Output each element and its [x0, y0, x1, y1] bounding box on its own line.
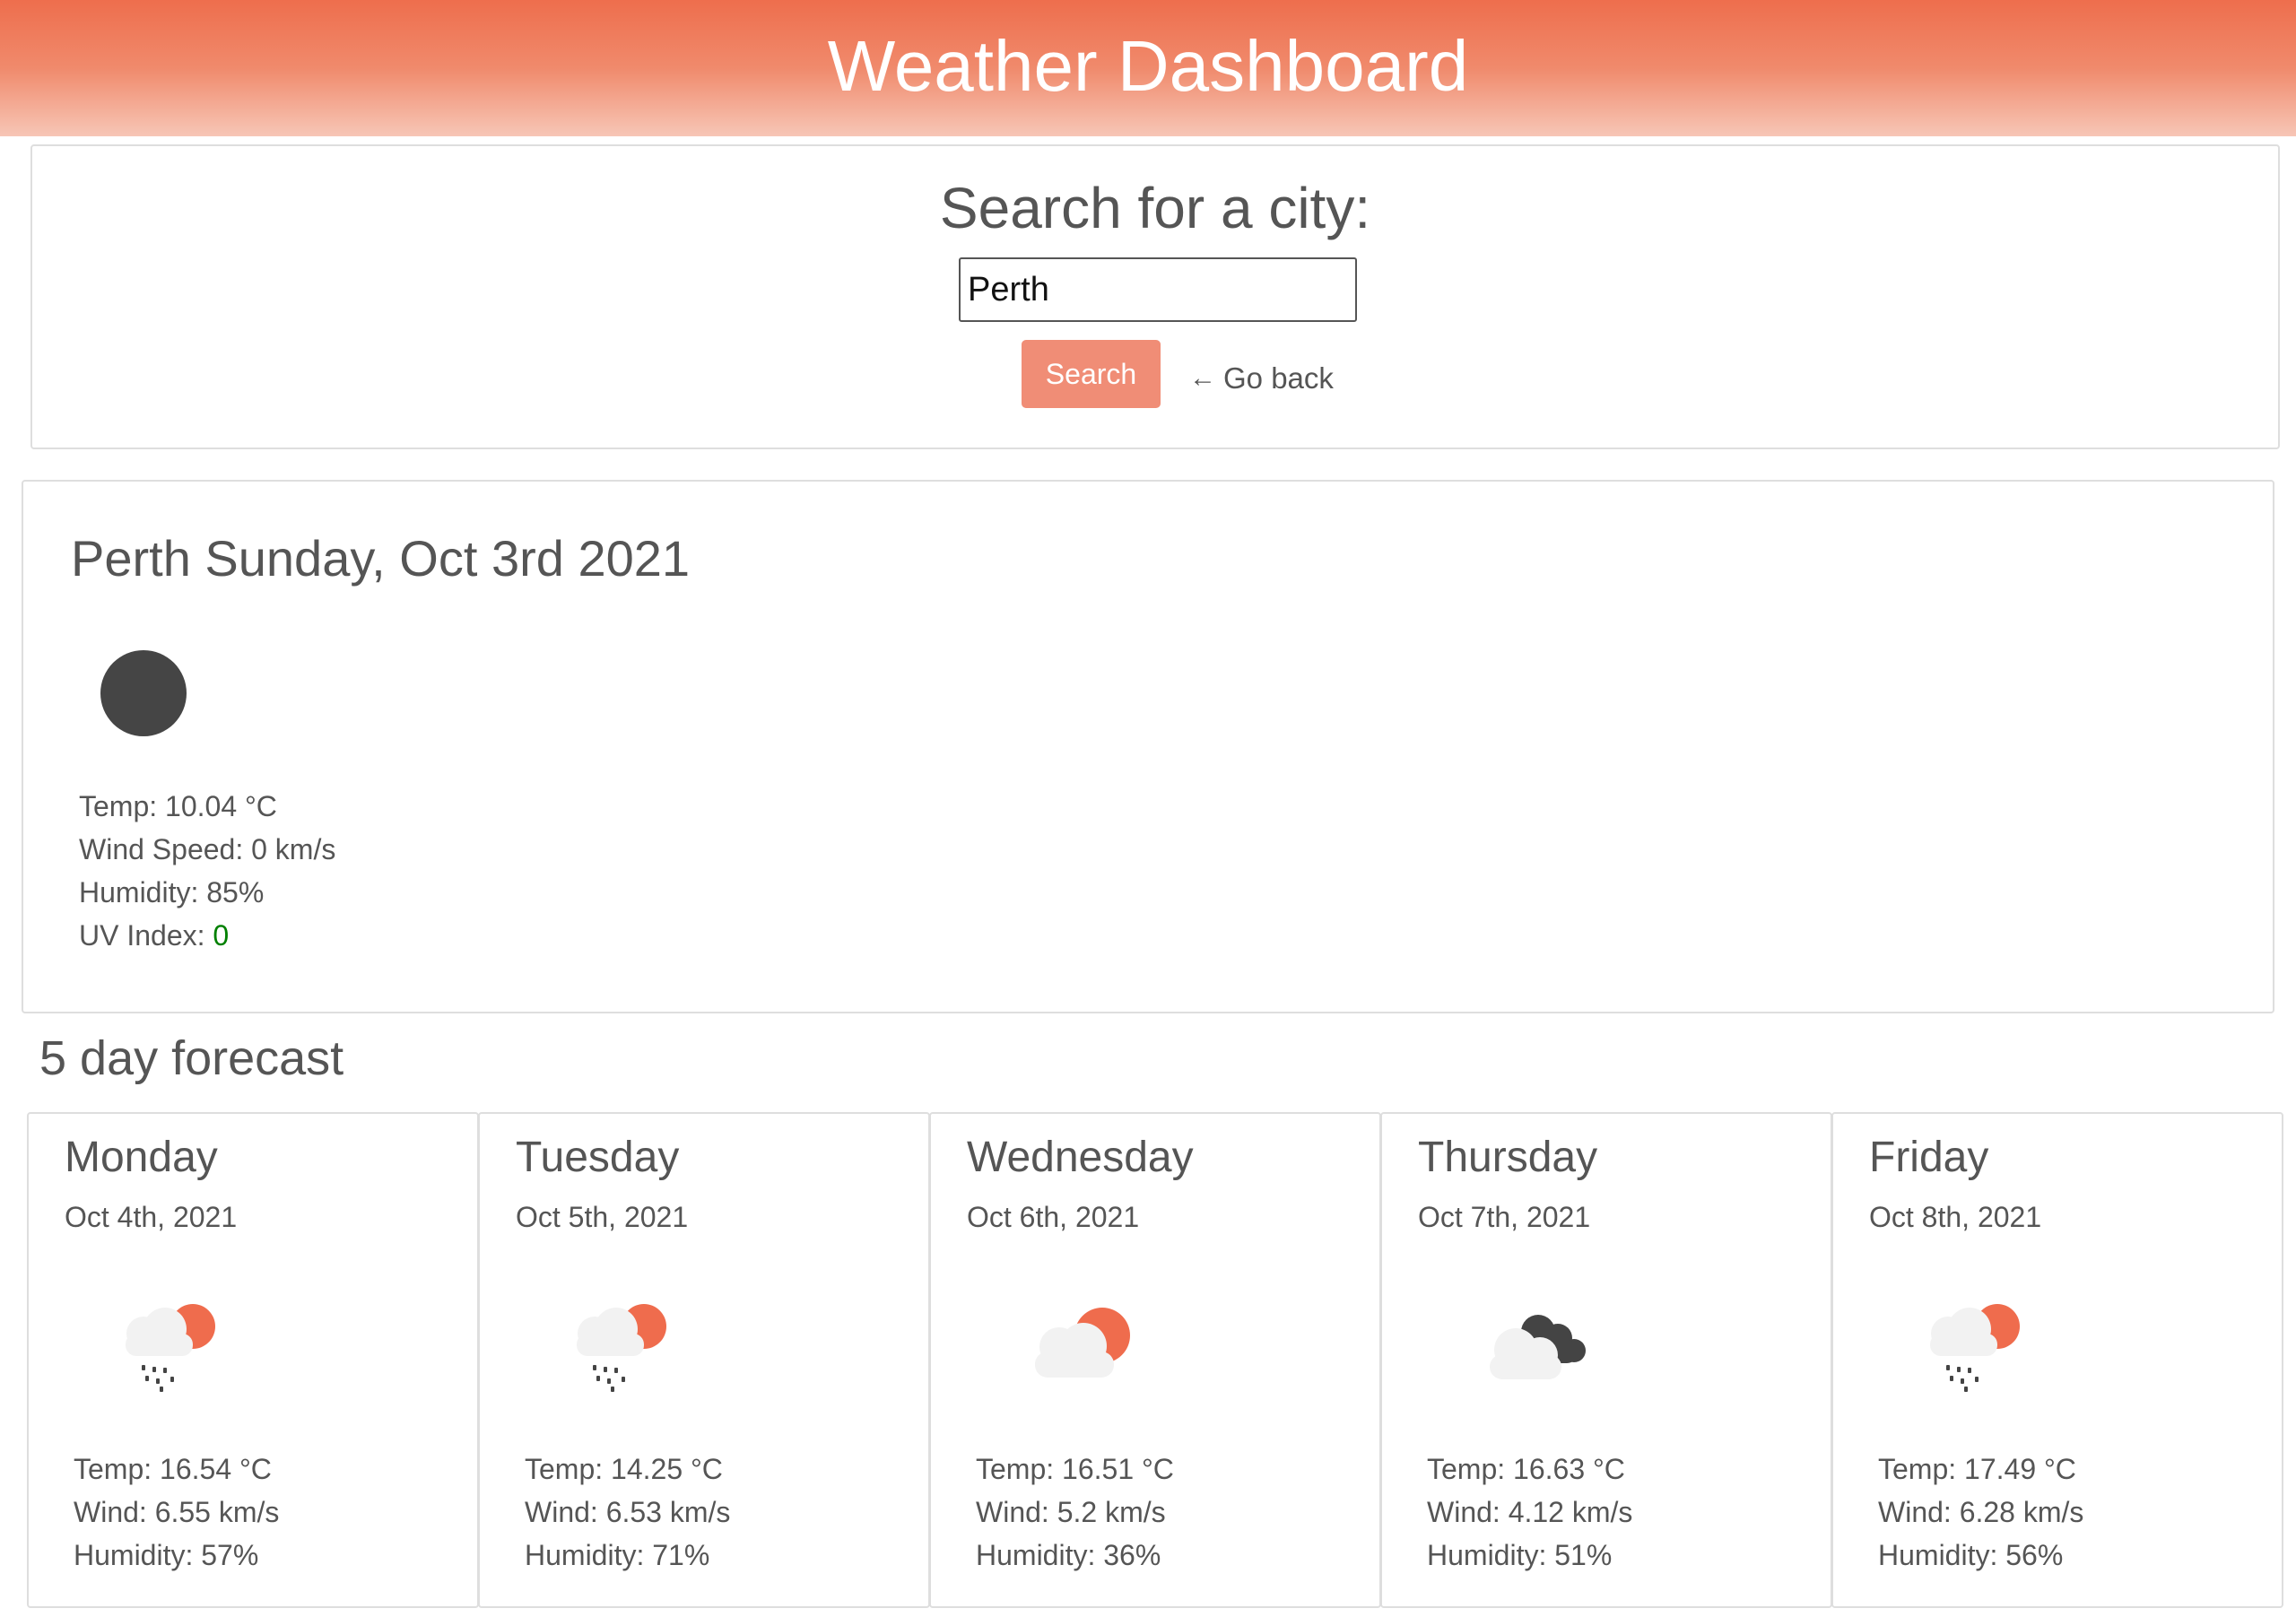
app-header: Weather Dashboard	[0, 0, 2296, 136]
forecast-wind: Wind: 6.28 km/s	[1878, 1496, 2084, 1528]
forecast-day-name: Tuesday	[516, 1134, 680, 1181]
search-panel: Search for a city: Search ← Go back	[30, 144, 2280, 449]
partly-cloudy-icon	[1035, 1308, 1130, 1378]
go-back-link[interactable]: ← Go back	[1189, 361, 1334, 396]
current-uv-index: UV Index: 0	[79, 914, 335, 957]
forecast-humidity: Humidity: 71%	[525, 1539, 710, 1571]
forecast-day-name: Friday	[1869, 1134, 1989, 1181]
current-temp: Temp: 10.04 °C	[79, 790, 277, 822]
forecast-day-name: Monday	[65, 1134, 218, 1181]
forecast-card-thursday: Thursday Oct 7th, 2021 Temp: 16.63 °C Wi…	[1380, 1112, 1832, 1608]
go-back-label: Go back	[1223, 361, 1334, 395]
current-weather-stats: Temp: 10.04 °C Wind Speed: 0 km/s Humidi…	[79, 785, 335, 957]
forecast-humidity: Humidity: 36%	[976, 1539, 1161, 1571]
forecast-wind: Wind: 5.2 km/s	[976, 1496, 1166, 1528]
rain-partly-sunny-icon	[577, 1304, 666, 1392]
forecast-day-stats: Temp: 16.63 °C Wind: 4.12 km/s Humidity:…	[1427, 1447, 1632, 1577]
forecast-day-date: Oct 8th, 2021	[1869, 1201, 2042, 1233]
forecast-day-stats: Temp: 14.25 °C Wind: 6.53 km/s Humidity:…	[525, 1447, 730, 1577]
forecast-card-wednesday: Wednesday Oct 6th, 2021 Temp: 16.51 °C W…	[929, 1112, 1381, 1608]
search-button[interactable]: Search	[1022, 340, 1161, 408]
clear-night-icon	[100, 650, 187, 736]
forecast-temp: Temp: 14.25 °C	[525, 1453, 723, 1485]
forecast-day-stats: Temp: 16.54 °C Wind: 6.55 km/s Humidity:…	[74, 1447, 279, 1577]
uv-label: UV Index:	[79, 919, 213, 952]
forecast-wind: Wind: 6.53 km/s	[525, 1496, 731, 1528]
current-weather-title: Perth Sunday, Oct 3rd 2021	[71, 530, 691, 587]
search-heading: Search for a city:	[939, 176, 1371, 240]
forecast-humidity: Humidity: 51%	[1427, 1539, 1613, 1571]
forecast-row: Monday Oct 4th, 2021 Temp: 16.54 °C Wind…	[27, 1112, 2283, 1608]
app-title: Weather Dashboard	[827, 26, 1469, 106]
forecast-day-date: Oct 6th, 2021	[967, 1201, 1140, 1233]
rain-partly-sunny-icon	[126, 1304, 215, 1392]
forecast-day-stats: Temp: 17.49 °C Wind: 6.28 km/s Humidity:…	[1878, 1447, 2083, 1577]
city-search-input[interactable]	[959, 257, 1357, 322]
rain-partly-sunny-icon	[1930, 1304, 2020, 1392]
current-weather-panel: Perth Sunday, Oct 3rd 2021 Temp: 10.04 °…	[22, 480, 2274, 1013]
forecast-temp: Temp: 16.54 °C	[74, 1453, 272, 1485]
forecast-heading: 5 day forecast	[39, 1031, 344, 1085]
current-wind: Wind Speed: 0 km/s	[79, 833, 336, 865]
forecast-card-tuesday: Tuesday Oct 5th, 2021 Temp: 14.25 °C Win…	[478, 1112, 930, 1608]
forecast-temp: Temp: 16.51 °C	[976, 1453, 1174, 1485]
current-humidity: Humidity: 85%	[79, 876, 265, 908]
forecast-humidity: Humidity: 57%	[74, 1539, 259, 1571]
forecast-day-name: Thursday	[1418, 1134, 1598, 1181]
forecast-day-date: Oct 5th, 2021	[516, 1201, 689, 1233]
forecast-humidity: Humidity: 56%	[1878, 1539, 2064, 1571]
uv-value: 0	[213, 919, 230, 952]
forecast-temp: Temp: 17.49 °C	[1878, 1453, 2076, 1485]
forecast-day-date: Oct 7th, 2021	[1418, 1201, 1591, 1233]
forecast-card-monday: Monday Oct 4th, 2021 Temp: 16.54 °C Wind…	[27, 1112, 479, 1608]
arrow-left-icon: ←	[1189, 363, 1216, 393]
forecast-day-name: Wednesday	[967, 1134, 1194, 1181]
forecast-temp: Temp: 16.63 °C	[1427, 1453, 1625, 1485]
broken-clouds-icon	[1490, 1315, 1586, 1379]
forecast-card-friday: Friday Oct 8th, 2021 Temp: 17.49 °C Wind…	[1831, 1112, 2283, 1608]
forecast-day-date: Oct 4th, 2021	[65, 1201, 238, 1233]
forecast-wind: Wind: 4.12 km/s	[1427, 1496, 1633, 1528]
forecast-day-stats: Temp: 16.51 °C Wind: 5.2 km/s Humidity: …	[976, 1447, 1174, 1577]
forecast-wind: Wind: 6.55 km/s	[74, 1496, 280, 1528]
